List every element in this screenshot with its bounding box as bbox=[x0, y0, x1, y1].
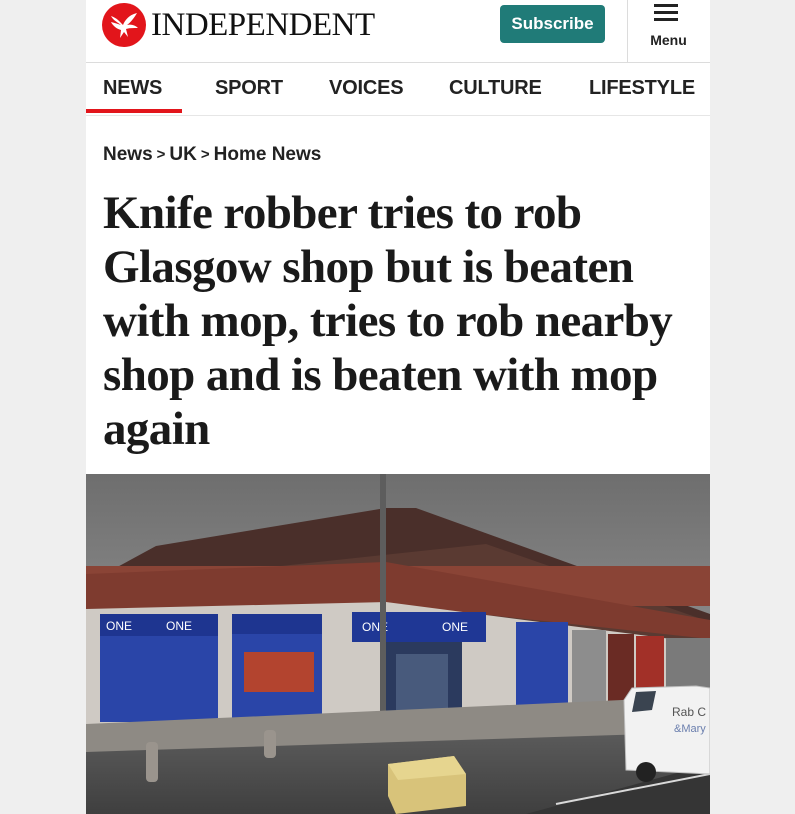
header-divider bbox=[627, 0, 628, 62]
subscribe-button[interactable]: Subscribe bbox=[500, 5, 605, 43]
nav-item-lifestyle[interactable]: LIFESTYLE bbox=[589, 77, 695, 100]
nav-item-sport[interactable]: SPORT bbox=[215, 77, 283, 100]
nav-item-voices[interactable]: VOICES bbox=[329, 77, 404, 100]
eagle-icon bbox=[102, 3, 146, 47]
shop-sign-centre-2: ONE bbox=[442, 620, 468, 634]
shop-sign-left-2: ONE bbox=[166, 619, 192, 633]
shop-street-image: ONE ONE ONE ONE Rab C &Mary bbox=[86, 474, 710, 814]
nav-item-culture[interactable]: CULTURE bbox=[449, 77, 542, 100]
breadcrumb-news[interactable]: News bbox=[103, 144, 153, 165]
article-page: INDEPENDENT Subscribe Menu NEWS SPORT VO… bbox=[86, 0, 710, 814]
breadcrumb-uk[interactable]: UK bbox=[169, 144, 196, 165]
breadcrumb-separator: > bbox=[200, 146, 210, 163]
site-header: INDEPENDENT Subscribe Menu bbox=[86, 0, 710, 62]
section-nav: NEWS SPORT VOICES CULTURE LIFESTYLE bbox=[86, 62, 710, 116]
breadcrumb: News > UK > Home News bbox=[103, 144, 321, 166]
shop-sign-left: ONE bbox=[106, 619, 132, 633]
menu-button[interactable]: Menu bbox=[641, 2, 696, 54]
article-headline: Knife robber tries to rob Glasgow shop b… bbox=[103, 187, 673, 455]
van-text-2: &Mary bbox=[674, 723, 706, 735]
breadcrumb-home-news[interactable]: Home News bbox=[214, 144, 322, 165]
nav-item-news[interactable]: NEWS bbox=[103, 77, 162, 100]
breadcrumb-separator: > bbox=[156, 146, 166, 163]
logo-wordmark: INDEPENDENT bbox=[151, 6, 375, 43]
hamburger-icon bbox=[653, 4, 679, 24]
van-text-1: Rab C bbox=[672, 705, 706, 719]
article-photo[interactable]: ONE ONE ONE ONE Rab C &Mary bbox=[86, 474, 710, 814]
menu-label: Menu bbox=[650, 32, 687, 48]
site-logo[interactable]: INDEPENDENT bbox=[102, 3, 375, 47]
active-tab-indicator bbox=[86, 109, 182, 113]
